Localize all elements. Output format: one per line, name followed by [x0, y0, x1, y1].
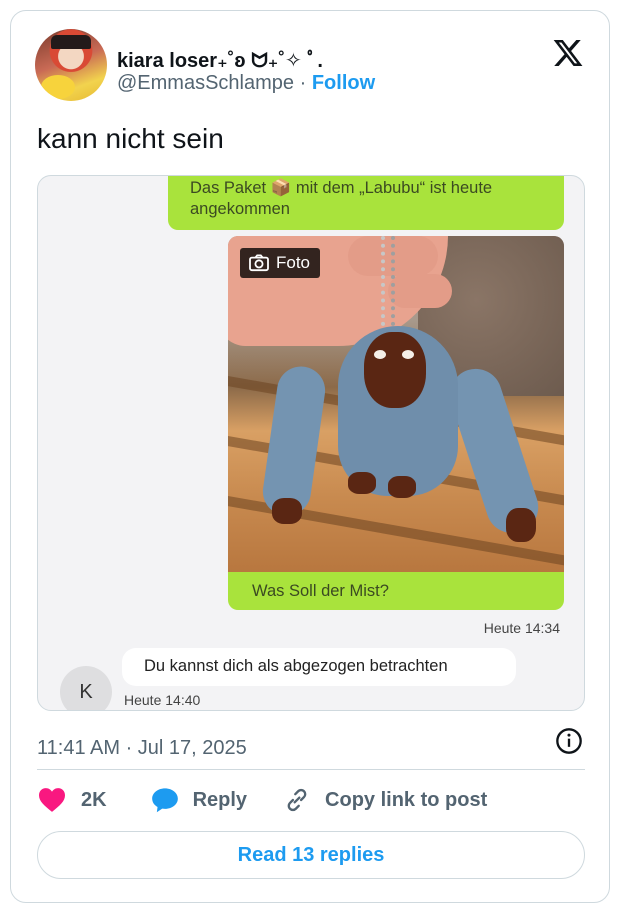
- like-button[interactable]: 2K: [37, 787, 151, 813]
- chat-time-received: Heute 14:40: [124, 692, 201, 708]
- reply-bubble-icon: [151, 788, 178, 813]
- author-handle[interactable]: @EmmasSchlampe: [117, 72, 294, 94]
- like-count: 2K: [81, 788, 107, 811]
- copy-link-label: Copy link to post: [325, 788, 488, 811]
- author-avatar[interactable]: [35, 29, 107, 101]
- avatar-hat: [51, 35, 91, 49]
- info-icon[interactable]: [555, 727, 583, 755]
- read-replies-label: Read 13 replies: [237, 843, 385, 866]
- tweet-card: kiara loser₊˚ʚ ᗢ₊˚✧ ﾟ. @EmmasSchlampe · …: [10, 10, 610, 903]
- photo-keychain: [381, 236, 395, 326]
- tweet-text: kann nicht sein: [37, 123, 224, 154]
- chat-message-sent-1: Das Paket 📦 mit dem „Labubu“ ist heute a…: [168, 176, 564, 230]
- x-logo-icon[interactable]: [551, 37, 585, 69]
- chat-message-sent-2: Was Soll der Mist?: [228, 572, 564, 610]
- chat-message-received: Du kannst dich als abgezogen betrachten: [122, 648, 516, 686]
- link-icon: [287, 788, 307, 812]
- author-handle-row: @EmmasSchlampe · Follow: [117, 72, 375, 95]
- chat-photo: Foto: [228, 236, 564, 572]
- toy-eye: [402, 350, 414, 359]
- copy-link-button[interactable]: Copy link to post: [283, 786, 487, 814]
- photo-tag-label: Foto: [276, 253, 311, 272]
- toy-eye: [374, 350, 386, 359]
- action-bar: 2K Reply Copy link to post: [37, 785, 487, 815]
- photo-tag: Foto: [240, 248, 321, 278]
- toy-face: [364, 332, 426, 408]
- reply-button[interactable]: Reply: [151, 787, 283, 813]
- heart-icon: [39, 788, 65, 812]
- tweet-timestamp[interactable]: 11:41 AM · Jul 17, 2025: [37, 737, 247, 760]
- chat-contact-avatar: K: [60, 666, 112, 710]
- author-display-name[interactable]: kiara loser₊˚ʚ ᗢ₊˚✧ ﾟ.: [117, 44, 323, 73]
- follow-button[interactable]: Follow: [312, 72, 375, 94]
- read-replies-button[interactable]: Read 13 replies: [37, 831, 585, 879]
- chat-time-sent: Heute 14:34: [483, 620, 560, 636]
- handle-separator: ·: [299, 72, 307, 94]
- divider: [37, 769, 585, 770]
- photo-finger: [388, 274, 452, 308]
- tweet-media-image[interactable]: Das Paket 📦 mit dem „Labubu“ ist heute a…: [37, 175, 585, 711]
- toy-hand: [272, 498, 302, 524]
- reply-label: Reply: [192, 788, 248, 811]
- toy-hand: [506, 508, 536, 542]
- toy-foot: [348, 472, 376, 494]
- camera-icon: [249, 254, 269, 272]
- toy-foot: [388, 476, 416, 498]
- avatar-toy: [41, 75, 75, 99]
